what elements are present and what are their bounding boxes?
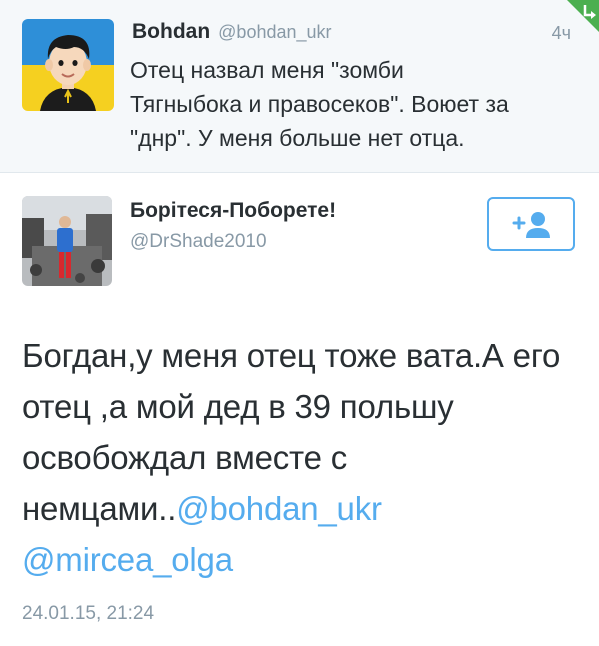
mention-link-mircea[interactable]: @mircea_olga	[22, 541, 233, 578]
tweet-timestamp: 24.01.15, 21:24	[22, 603, 155, 624]
parent-text-line: Тягныбока и правосеков". Воюет за	[130, 91, 509, 117]
parent-tweet-text: Отец назвал меня "зомби Тягныбока и прав…	[130, 53, 570, 155]
reply-arrow-corner-icon	[567, 0, 599, 32]
parent-tweet-header: Bohdan @bohdan_ukr	[132, 20, 332, 48]
tweet-author-handle[interactable]: @DrShade2010	[130, 231, 267, 253]
cartoon-boy-avatar-icon	[22, 19, 114, 111]
follow-button[interactable]	[487, 197, 575, 251]
tweet-author-name[interactable]: Борітеся-Поборете!	[130, 199, 336, 223]
add-user-icon	[512, 212, 550, 238]
parent-text-line: Отец назвал меня "зомби	[130, 57, 404, 83]
parent-text-line: "днр". У меня больше нет отца.	[130, 125, 465, 151]
mention-link-bohdan[interactable]: @bohdan_ukr	[176, 490, 382, 527]
tweet-author-avatar[interactable]	[22, 196, 112, 286]
parent-author-handle[interactable]: @bohdan_ukr	[218, 22, 331, 43]
parent-author-avatar[interactable]	[22, 19, 114, 111]
corner-badge	[563, 0, 599, 36]
parent-tweet[interactable]: Bohdan @bohdan_ukr 4ч Отец назвал меня "…	[0, 0, 599, 173]
tweet-text: Богдан,у меня отец тоже вата.А его отец …	[22, 330, 582, 585]
person-photo-avatar-icon	[22, 196, 112, 286]
parent-author-name[interactable]: Bohdan	[132, 20, 210, 44]
